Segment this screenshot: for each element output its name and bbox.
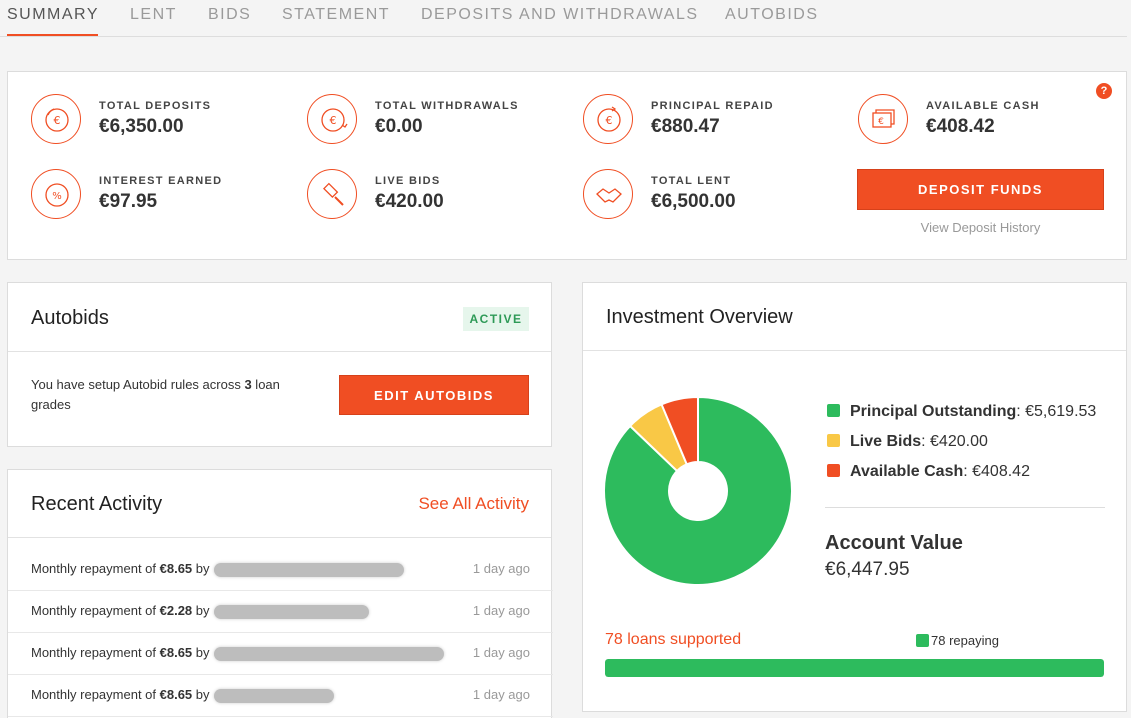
tab-statement[interactable]: STATEMENT bbox=[282, 6, 390, 24]
investment-overview-card: Investment Overview Principal Outstandin… bbox=[582, 282, 1127, 712]
autobid-grade-count: 3 bbox=[244, 377, 252, 392]
euro-deposit-icon: € bbox=[31, 94, 81, 144]
help-icon[interactable]: ? bbox=[1096, 83, 1112, 99]
summary-card: ? € TOTAL DEPOSITS €6,350.00 € TOTAL WIT… bbox=[7, 71, 1127, 260]
redacted-borrower bbox=[213, 562, 404, 577]
stat-value: €408.42 bbox=[926, 116, 995, 137]
activity-description: Monthly repayment of €2.28 by bbox=[31, 603, 369, 619]
activity-time: 1 day ago bbox=[472, 645, 530, 660]
divider bbox=[8, 537, 551, 538]
activity-time: 1 day ago bbox=[472, 603, 530, 618]
tab-deposits-withdrawals[interactable]: DEPOSITS AND WITHDRAWALS bbox=[421, 6, 699, 24]
repaying-progress-bar bbox=[605, 659, 1104, 677]
tab-bar: SUMMARY LENT BIDS STATEMENT DEPOSITS AND… bbox=[0, 0, 1127, 37]
stat-value: €0.00 bbox=[375, 116, 423, 137]
account-value: €6,447.95 bbox=[825, 559, 910, 580]
svg-text:€: € bbox=[878, 117, 884, 127]
edit-autobids-button[interactable]: EDIT AUTOBIDS bbox=[339, 375, 529, 415]
stat-value: €420.00 bbox=[375, 191, 444, 212]
svg-text:€: € bbox=[54, 114, 61, 127]
divider bbox=[583, 350, 1126, 351]
stat-value: €6,500.00 bbox=[651, 191, 736, 212]
repaying-progress-fill bbox=[605, 659, 1104, 677]
activity-row: Monthly repayment of €8.65 by 1 day ago bbox=[8, 675, 553, 717]
divider bbox=[825, 507, 1105, 508]
euro-repaid-icon: € bbox=[583, 94, 633, 144]
redacted-borrower bbox=[213, 646, 444, 661]
legend-live-bids: Live Bids: €420.00 bbox=[827, 433, 988, 451]
redacted-borrower bbox=[213, 604, 369, 619]
handshake-icon bbox=[583, 169, 633, 219]
activity-description: Monthly repayment of €8.65 by bbox=[31, 561, 404, 577]
svg-text:€: € bbox=[606, 114, 613, 127]
repaying-swatch bbox=[916, 634, 929, 647]
activity-description: Monthly repayment of €8.65 by bbox=[31, 687, 334, 703]
investment-overview-title: Investment Overview bbox=[606, 306, 793, 328]
view-deposit-history-link[interactable]: View Deposit History bbox=[857, 220, 1104, 235]
legend-available-cash: Available Cash: €408.42 bbox=[827, 463, 1030, 481]
svg-text:€: € bbox=[330, 114, 337, 127]
tab-autobids[interactable]: AUTOBIDS bbox=[725, 6, 819, 24]
legend-swatch bbox=[827, 464, 840, 477]
svg-text:%: % bbox=[52, 191, 62, 202]
investment-donut-chart bbox=[603, 396, 793, 586]
redacted-borrower bbox=[213, 688, 334, 703]
tab-summary[interactable]: SUMMARY bbox=[7, 6, 99, 24]
activity-row: Monthly repayment of €2.28 by 1 day ago bbox=[8, 591, 553, 633]
repaying-legend: 78 repaying bbox=[916, 633, 999, 648]
see-all-activity-link[interactable]: See All Activity bbox=[418, 494, 529, 514]
stat-label: INTEREST EARNED bbox=[99, 175, 223, 187]
activity-time: 1 day ago bbox=[472, 561, 530, 576]
tab-bids[interactable]: BIDS bbox=[208, 6, 251, 24]
percent-icon: % bbox=[31, 169, 81, 219]
status-badge: ACTIVE bbox=[463, 307, 529, 331]
stat-label: LIVE BIDS bbox=[375, 175, 441, 187]
activity-description: Monthly repayment of €8.65 by bbox=[31, 645, 444, 661]
autobids-card: Autobids ACTIVE You have setup Autobid r… bbox=[7, 282, 552, 447]
active-tab-indicator bbox=[7, 34, 98, 36]
euro-withdrawal-icon: € bbox=[307, 94, 357, 144]
activity-row: Monthly repayment of €8.65 by 1 day ago bbox=[8, 633, 553, 675]
stat-label: AVAILABLE CASH bbox=[926, 100, 1040, 112]
activity-time: 1 day ago bbox=[472, 687, 530, 702]
cash-stack-icon: € bbox=[858, 94, 908, 144]
stat-label: TOTAL LENT bbox=[651, 175, 732, 187]
stat-value: €97.95 bbox=[99, 191, 158, 212]
activity-row: Monthly repayment of €8.65 by 1 day ago bbox=[8, 549, 553, 591]
legend-swatch bbox=[827, 404, 840, 417]
account-value-label: Account Value bbox=[825, 532, 963, 554]
autobid-description: You have setup Autobid rules across 3 lo… bbox=[31, 377, 280, 412]
deposit-funds-button[interactable]: DEPOSIT FUNDS bbox=[857, 169, 1104, 210]
gavel-icon bbox=[307, 169, 357, 219]
stat-value: €6,350.00 bbox=[99, 116, 184, 137]
legend-principal-outstanding: Principal Outstanding: €5,619.53 bbox=[827, 403, 1096, 421]
stat-value: €880.47 bbox=[651, 116, 720, 137]
recent-activity-card: Recent Activity See All Activity Monthly… bbox=[7, 469, 553, 718]
stat-label: TOTAL DEPOSITS bbox=[99, 100, 212, 112]
stat-label: PRINCIPAL REPAID bbox=[651, 100, 774, 112]
divider bbox=[8, 351, 551, 352]
legend-swatch bbox=[827, 434, 840, 447]
loans-supported: 78 loans supported bbox=[605, 631, 742, 648]
recent-activity-title: Recent Activity bbox=[31, 493, 163, 515]
stat-label: TOTAL WITHDRAWALS bbox=[375, 100, 519, 112]
tab-lent[interactable]: LENT bbox=[130, 6, 177, 24]
autobids-title: Autobids bbox=[31, 307, 109, 329]
